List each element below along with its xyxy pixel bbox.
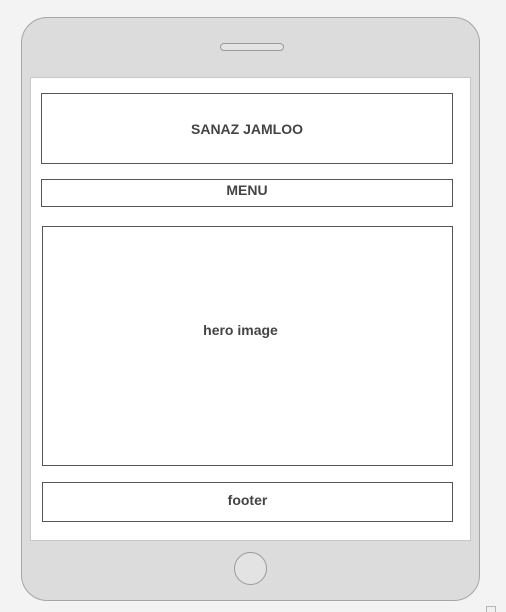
- hero-image-placeholder: hero image: [42, 226, 453, 466]
- device-screen: SANAZ JAMLOO MENU hero image footer: [30, 77, 471, 541]
- wireframe-canvas: SANAZ JAMLOO MENU hero image footer: [0, 0, 506, 612]
- footer-label: footer: [227, 492, 268, 508]
- footer-box: footer: [42, 482, 453, 522]
- speaker-slot: [220, 43, 284, 51]
- resize-grip-icon: [486, 606, 496, 612]
- menu-label: MENU: [226, 182, 268, 198]
- hero-image-label: hero image: [203, 322, 278, 338]
- tablet-device-frame: SANAZ JAMLOO MENU hero image footer: [21, 17, 480, 601]
- header-box: SANAZ JAMLOO: [41, 93, 453, 164]
- home-button: [234, 552, 267, 585]
- menu-box: MENU: [41, 179, 453, 207]
- site-title: SANAZ JAMLOO: [191, 120, 303, 137]
